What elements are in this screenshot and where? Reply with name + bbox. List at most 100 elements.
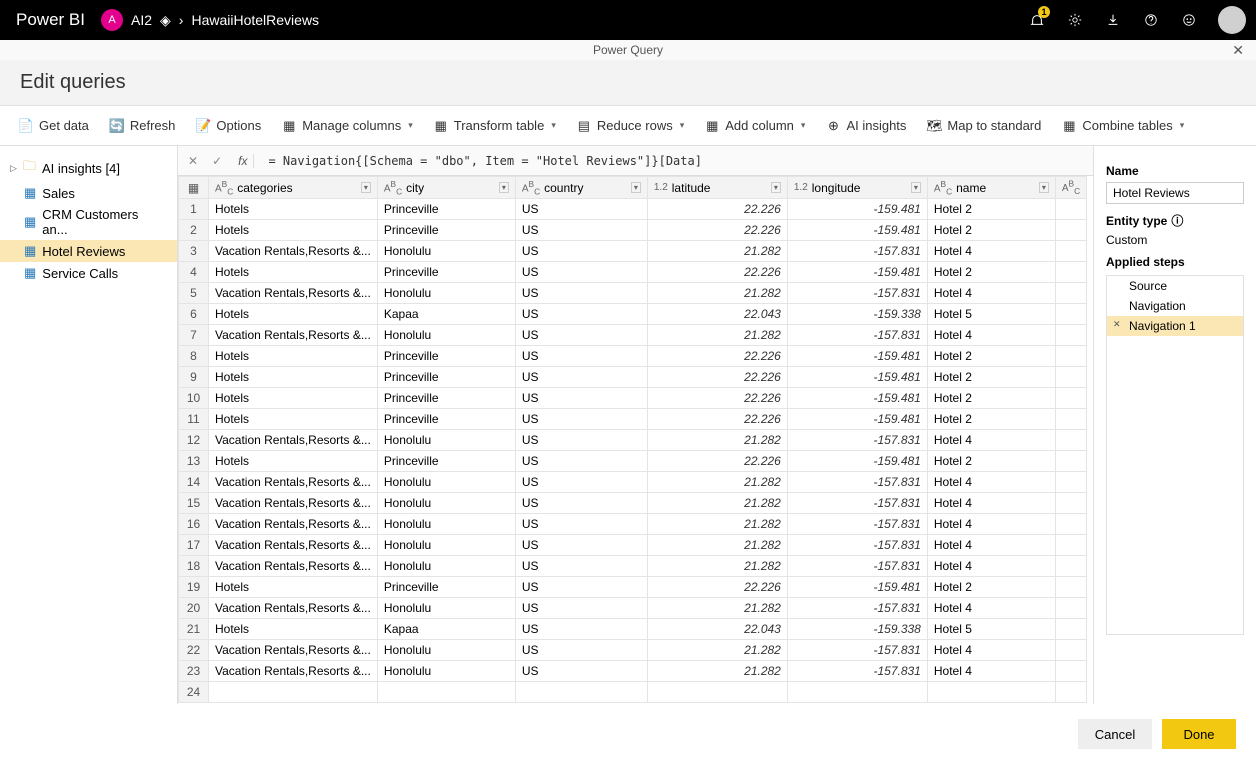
row-number[interactable]: 8 bbox=[179, 346, 209, 367]
cell[interactable]: 21.282 bbox=[647, 241, 787, 262]
column-header[interactable]: ABCcity▾ bbox=[377, 177, 515, 199]
cell[interactable]: Hotel 4 bbox=[927, 535, 1055, 556]
cell[interactable] bbox=[1055, 535, 1086, 556]
cell[interactable]: US bbox=[515, 577, 647, 598]
cell[interactable]: 21.282 bbox=[647, 661, 787, 682]
cell[interactable]: 21.282 bbox=[647, 283, 787, 304]
cell[interactable]: Honolulu bbox=[377, 535, 515, 556]
cell[interactable]: Princeville bbox=[377, 346, 515, 367]
cell[interactable] bbox=[1055, 640, 1086, 661]
cell[interactable]: Vacation Rentals,Resorts &... bbox=[209, 514, 378, 535]
query-item[interactable]: ▦Service Calls bbox=[0, 262, 177, 284]
cell[interactable]: Honolulu bbox=[377, 514, 515, 535]
cell[interactable]: -157.831 bbox=[787, 640, 927, 661]
cell[interactable]: -159.481 bbox=[787, 577, 927, 598]
row-number[interactable]: 24 bbox=[179, 682, 209, 703]
row-number[interactable]: 11 bbox=[179, 409, 209, 430]
cell[interactable]: Kapaa bbox=[377, 304, 515, 325]
cell[interactable]: Vacation Rentals,Resorts &... bbox=[209, 493, 378, 514]
cell[interactable]: Princeville bbox=[377, 220, 515, 241]
cell[interactable]: Hotel 2 bbox=[927, 262, 1055, 283]
cell[interactable] bbox=[1055, 283, 1086, 304]
cell[interactable]: Hotels bbox=[209, 577, 378, 598]
cell[interactable]: 22.226 bbox=[647, 262, 787, 283]
cell[interactable]: Honolulu bbox=[377, 472, 515, 493]
get-data-button[interactable]: 📄Get data bbox=[10, 114, 97, 138]
cell[interactable]: -157.831 bbox=[787, 430, 927, 451]
query-item[interactable]: ▦Hotel Reviews bbox=[0, 240, 177, 262]
table-row[interactable]: 8HotelsPrincevilleUS22.226-159.481Hotel … bbox=[179, 346, 1087, 367]
cell[interactable]: Vacation Rentals,Resorts &... bbox=[209, 241, 378, 262]
notifications-button[interactable]: 1 bbox=[1018, 0, 1056, 40]
table-row[interactable]: 4HotelsPrincevilleUS22.226-159.481Hotel … bbox=[179, 262, 1087, 283]
cell[interactable]: Hotel 4 bbox=[927, 493, 1055, 514]
cell[interactable]: 21.282 bbox=[647, 598, 787, 619]
cell[interactable] bbox=[1055, 262, 1086, 283]
row-number[interactable]: 14 bbox=[179, 472, 209, 493]
cell[interactable]: Honolulu bbox=[377, 283, 515, 304]
cell[interactable]: -157.831 bbox=[787, 241, 927, 262]
cell[interactable] bbox=[1055, 199, 1086, 220]
table-row[interactable]: 18Vacation Rentals,Resorts &...HonoluluU… bbox=[179, 556, 1087, 577]
cell[interactable]: US bbox=[515, 283, 647, 304]
cell[interactable]: Hotels bbox=[209, 346, 378, 367]
cell[interactable]: Hotels bbox=[209, 388, 378, 409]
column-header[interactable]: ABC bbox=[1055, 177, 1086, 199]
cell[interactable]: US bbox=[515, 304, 647, 325]
cell[interactable] bbox=[1055, 472, 1086, 493]
cell[interactable]: Hotels bbox=[209, 199, 378, 220]
cell[interactable]: Hotel 4 bbox=[927, 661, 1055, 682]
table-row[interactable]: 7Vacation Rentals,Resorts &...HonoluluUS… bbox=[179, 325, 1087, 346]
table-row[interactable]: 13HotelsPrincevilleUS22.226-159.481Hotel… bbox=[179, 451, 1087, 472]
column-header[interactable]: ABCcountry▾ bbox=[515, 177, 647, 199]
cell[interactable]: Hotel 4 bbox=[927, 283, 1055, 304]
cell[interactable]: 22.226 bbox=[647, 577, 787, 598]
cell[interactable]: -157.831 bbox=[787, 661, 927, 682]
cell[interactable]: Vacation Rentals,Resorts &... bbox=[209, 472, 378, 493]
cell[interactable]: US bbox=[515, 535, 647, 556]
cell[interactable]: Hotel 2 bbox=[927, 199, 1055, 220]
cell[interactable]: Hotels bbox=[209, 619, 378, 640]
table-row[interactable]: 14Vacation Rentals,Resorts &...HonoluluU… bbox=[179, 472, 1087, 493]
cell[interactable]: US bbox=[515, 514, 647, 535]
cell[interactable]: Honolulu bbox=[377, 493, 515, 514]
formula-accept-icon[interactable]: ✓ bbox=[208, 154, 226, 168]
cell[interactable]: Hotels bbox=[209, 304, 378, 325]
cell[interactable]: US bbox=[515, 409, 647, 430]
cell[interactable]: 22.226 bbox=[647, 367, 787, 388]
row-number[interactable]: 10 bbox=[179, 388, 209, 409]
cell[interactable]: Hotels bbox=[209, 409, 378, 430]
cell[interactable]: US bbox=[515, 241, 647, 262]
cell[interactable]: Hotel 2 bbox=[927, 451, 1055, 472]
column-header[interactable]: ABCcategories▾ bbox=[209, 177, 378, 199]
cell[interactable]: Hotel 4 bbox=[927, 514, 1055, 535]
row-number[interactable]: 1 bbox=[179, 199, 209, 220]
row-number[interactable]: 19 bbox=[179, 577, 209, 598]
cell[interactable]: Hotel 5 bbox=[927, 304, 1055, 325]
cell[interactable]: Honolulu bbox=[377, 241, 515, 262]
cell[interactable] bbox=[1055, 661, 1086, 682]
cell[interactable]: -157.831 bbox=[787, 598, 927, 619]
row-number[interactable]: 18 bbox=[179, 556, 209, 577]
cell[interactable]: Princeville bbox=[377, 262, 515, 283]
cell[interactable]: -159.481 bbox=[787, 220, 927, 241]
table-row[interactable]: 6HotelsKapaaUS22.043-159.338Hotel 5 bbox=[179, 304, 1087, 325]
cell[interactable]: 22.226 bbox=[647, 220, 787, 241]
cell[interactable]: -157.831 bbox=[787, 283, 927, 304]
cell[interactable]: 22.043 bbox=[647, 304, 787, 325]
cell[interactable]: US bbox=[515, 640, 647, 661]
column-filter-icon[interactable]: ▾ bbox=[631, 182, 641, 193]
cell[interactable]: US bbox=[515, 220, 647, 241]
data-grid-scroll[interactable]: ▦ABCcategories▾ABCcity▾ABCcountry▾1.2lat… bbox=[178, 176, 1093, 704]
query-item[interactable]: ▦Sales bbox=[0, 182, 177, 204]
cell[interactable] bbox=[1055, 220, 1086, 241]
table-row[interactable]: 2HotelsPrincevilleUS22.226-159.481Hotel … bbox=[179, 220, 1087, 241]
ai-insights-button[interactable]: ⊕AI insights bbox=[817, 114, 914, 138]
cell[interactable]: Hotel 2 bbox=[927, 367, 1055, 388]
table-row[interactable]: 22Vacation Rentals,Resorts &...HonoluluU… bbox=[179, 640, 1087, 661]
workspace-name[interactable]: AI2 bbox=[131, 12, 152, 28]
cell[interactable]: Hotel 2 bbox=[927, 220, 1055, 241]
cell[interactable] bbox=[787, 682, 927, 703]
cell[interactable]: -157.831 bbox=[787, 556, 927, 577]
cell[interactable] bbox=[1055, 682, 1086, 703]
